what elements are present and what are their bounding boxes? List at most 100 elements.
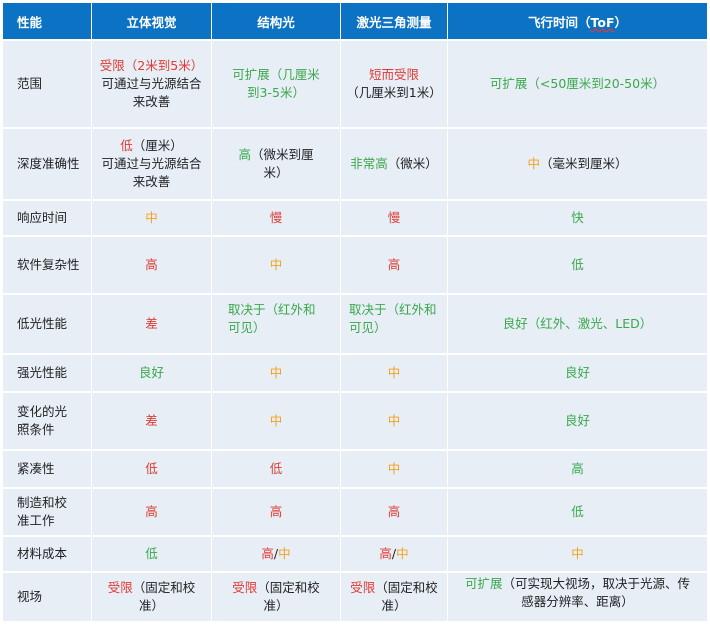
cell-detail: （固定和校准）	[132, 580, 196, 613]
header-structured-light: 结构光	[211, 2, 341, 41]
cell-detail: （固定和校准）	[257, 580, 320, 613]
table-cell: 良好	[447, 391, 708, 451]
table-cell: 受限（固定和校准）	[211, 571, 341, 623]
cell-value: 高	[379, 546, 392, 561]
table-cell: 中	[340, 391, 448, 451]
table-row: 紧凑性 低 低 中 高	[2, 449, 708, 489]
cell-value: 中	[396, 546, 409, 561]
table-row: 材料成本 低 高/中 高/中 中	[2, 535, 708, 573]
table-cell: 高/中	[340, 535, 448, 573]
table-row: 强光性能 良好 中 中 良好	[2, 353, 708, 393]
table-cell: 受限（固定和校准）	[340, 571, 448, 623]
cell-value: 高	[261, 546, 274, 561]
row-label: 低光性能	[2, 293, 92, 355]
cell-note: （几厘米到1米）	[346, 85, 442, 100]
table-cell: 受限（2米到5米） 可通过与光源结合来改善	[91, 39, 212, 129]
cell-note: 可通过与光源结合来改善	[101, 156, 202, 189]
table-row: 低光性能 差 取决于（红外和可见） 取决于（红外和可见） 良好（红外、激光、LE…	[2, 293, 708, 355]
row-label: 视场	[2, 571, 92, 623]
table-cell: 中	[340, 449, 448, 489]
table-cell: 受限（固定和校准）	[91, 571, 212, 623]
cell-detail: （厘米）	[132, 138, 183, 153]
header-row: 性能 立体视觉 结构光 激光三角测量 飞行时间（ToF）	[2, 2, 708, 41]
table-cell: 中	[91, 199, 212, 237]
cell-detail: （可实现大视场，取决于光源、传感器分辨率、距离）	[502, 576, 691, 609]
table-cell: 良好（红外、激光、LED）	[447, 293, 708, 355]
cell-value: 非常高	[350, 156, 388, 171]
table-cell: 非常高（微米）	[340, 127, 448, 201]
table-cell: 可扩展（可实现大视场，取决于光源、传感器分辨率、距离）	[447, 571, 708, 623]
cell-detail: （微米）	[387, 156, 438, 171]
comparison-table: 性能 立体视觉 结构光 激光三角测量 飞行时间（ToF） 范围 受限（2米到5米…	[2, 2, 708, 623]
table-cell: 短而受限 （几厘米到1米）	[340, 39, 448, 129]
table-cell: 低	[91, 535, 212, 573]
table-cell: 中（毫米到厘米）	[447, 127, 708, 201]
table-cell: 低	[211, 449, 341, 489]
header-performance: 性能	[2, 2, 92, 41]
table-cell: 高	[91, 235, 212, 295]
table-cell: 快	[447, 199, 708, 237]
table-cell: 差	[91, 293, 212, 355]
table-cell: 高	[91, 487, 212, 537]
row-label: 强光性能	[2, 353, 92, 393]
row-label: 深度准确性	[2, 127, 92, 201]
table-row: 变化的光照条件 差 中 中 良好	[2, 391, 708, 451]
table-cell: 取决于（红外和可见）	[211, 293, 341, 355]
table-cell: 中	[211, 391, 341, 451]
table-cell: 低	[447, 235, 708, 295]
table-cell: 可扩展（<50厘米到20-50米）	[447, 39, 708, 129]
table-cell: 慢	[211, 199, 341, 237]
row-label: 制造和校准工作	[2, 487, 92, 537]
cell-detail: （固定和校准）	[375, 580, 438, 613]
header-tof-prefix: 飞行时间（	[527, 14, 591, 30]
table-cell: 高/中	[211, 535, 341, 573]
table-cell: 低	[91, 449, 212, 489]
table-cell: 高	[340, 487, 448, 537]
row-label: 范围	[2, 39, 92, 129]
table-cell: 取决于（红外和可见）	[340, 293, 448, 355]
cell-value: 受限	[350, 580, 376, 595]
cell-value: 受限（2米到5米）	[99, 58, 204, 73]
table-cell: 高	[340, 235, 448, 295]
cell-detail: （微米到厘米）	[251, 147, 314, 180]
cell-note: 可通过与光源结合来改善	[101, 76, 202, 109]
cell-value: 中	[278, 546, 291, 561]
table-cell: 差	[91, 391, 212, 451]
cell-value: 低	[120, 138, 133, 153]
header-tof-abbr: ToF	[590, 14, 615, 30]
header-tof-suffix: ）	[614, 14, 628, 30]
header-laser-triangulation: 激光三角测量	[340, 2, 448, 41]
table-row: 软件复杂性 高 中 高 低	[2, 235, 708, 295]
table-row: 响应时间 中 慢 慢 快	[2, 199, 708, 237]
cell-value: 受限	[232, 580, 258, 595]
table-cell: 低	[447, 487, 708, 537]
cell-value: 高	[238, 147, 251, 162]
row-label: 变化的光照条件	[2, 391, 92, 451]
cell-value: 短而受限	[368, 67, 419, 82]
table-row: 范围 受限（2米到5米） 可通过与光源结合来改善 可扩展（几厘米到3-5米） 短…	[2, 39, 708, 129]
table-row: 视场 受限（固定和校准） 受限（固定和校准） 受限（固定和校准） 可扩展（可实现…	[2, 571, 708, 623]
row-label: 软件复杂性	[2, 235, 92, 295]
cell-value: 受限	[107, 580, 133, 595]
table-cell: 良好	[91, 353, 212, 393]
table-cell: 中	[447, 535, 708, 573]
table-cell: 中	[211, 235, 341, 295]
table-cell: 高	[211, 487, 341, 537]
table-row: 深度准确性 低（厘米） 可通过与光源结合来改善 高（微米到厘米） 非常高（微米）…	[2, 127, 708, 201]
cell-detail: （毫米到厘米）	[540, 156, 628, 171]
row-label: 响应时间	[2, 199, 92, 237]
header-time-of-flight: 飞行时间（ToF）	[447, 2, 708, 41]
table-cell: 良好	[447, 353, 708, 393]
table-row: 制造和校准工作 高 高 高 低	[2, 487, 708, 537]
table-cell: 高（微米到厘米）	[211, 127, 341, 201]
table-cell: 低（厘米） 可通过与光源结合来改善	[91, 127, 212, 201]
cell-value: 中	[527, 156, 540, 171]
header-stereo-vision: 立体视觉	[91, 2, 212, 41]
row-label: 材料成本	[2, 535, 92, 573]
comparison-table-page: 性能 立体视觉 结构光 激光三角测量 飞行时间（ToF） 范围 受限（2米到5米…	[0, 0, 710, 638]
table-cell: 中	[340, 353, 448, 393]
table-cell: 可扩展（几厘米到3-5米）	[211, 39, 341, 129]
table-cell: 高	[447, 449, 708, 489]
cell-value: 可扩展	[464, 576, 503, 591]
table-cell: 中	[211, 353, 341, 393]
